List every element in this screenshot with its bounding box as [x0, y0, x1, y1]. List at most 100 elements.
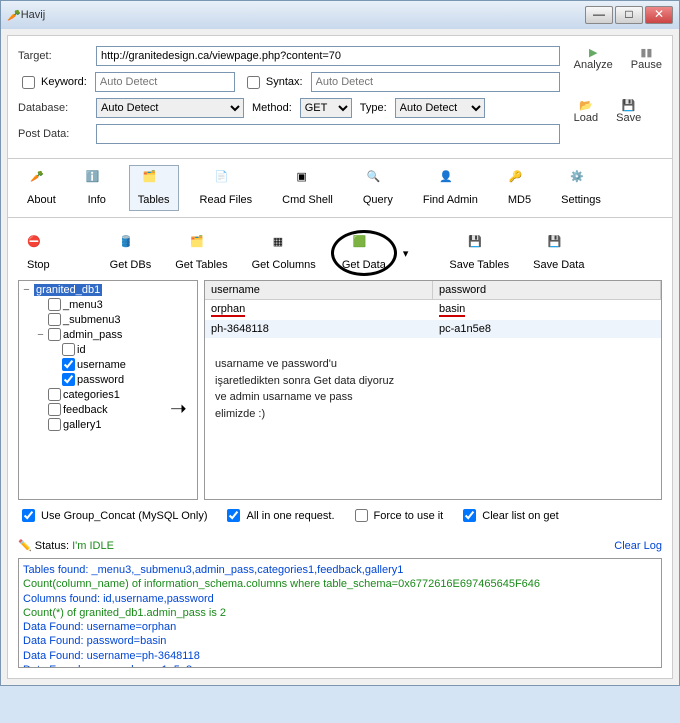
allinone-checkbox[interactable]: All in one request.: [223, 506, 334, 525]
disk-icon: 💾: [548, 235, 570, 257]
col-header[interactable]: password: [433, 281, 661, 299]
load-button[interactable]: 📂Load: [574, 99, 598, 124]
tab-cmdshell[interactable]: ▣Cmd Shell: [273, 165, 342, 211]
method-select[interactable]: GET: [300, 98, 352, 118]
dropdown-icon[interactable]: ▾: [403, 247, 409, 260]
key-icon: 🔑: [508, 170, 530, 192]
status-value: I'm IDLE: [72, 540, 114, 552]
tab-query[interactable]: 🔍Query: [354, 165, 402, 211]
log-line: Data Found: password=basin: [23, 634, 657, 648]
tab-tables[interactable]: 🗂️Tables: [129, 165, 179, 211]
analyze-button[interactable]: ▶Analyze: [574, 46, 613, 71]
tree-node[interactable]: categories1: [21, 387, 195, 402]
force-checkbox[interactable]: Force to use it: [351, 506, 444, 525]
folder-icon: 📂: [579, 99, 593, 112]
getdata-button[interactable]: 🟩Get Data: [331, 230, 397, 276]
clearlist-checkbox[interactable]: Clear list on get: [459, 506, 558, 525]
content-area: Target: Keyword: Syntax: Database: Auto …: [7, 35, 673, 679]
database-label: Database:: [18, 102, 88, 114]
db-icon: 🛢️: [119, 235, 141, 257]
log-line: Data Found: password=pc-a1n5e8: [23, 663, 657, 668]
data-table: username password orphan basin ph-364811…: [204, 280, 662, 500]
pencil-icon: ✏️: [18, 539, 32, 552]
syntax-checkbox[interactable]: Syntax:: [243, 73, 303, 92]
gear-icon: ⚙️: [570, 170, 592, 192]
log-line: Data Found: username=orphan: [23, 620, 657, 634]
log-line: Columns found: id,username,password: [23, 592, 657, 606]
cell: ph-3648118: [205, 320, 433, 338]
play-icon: ▶: [589, 46, 597, 59]
titlebar: 🥕 Havij — □ ✕: [1, 1, 679, 29]
type-select[interactable]: Auto Detect: [395, 98, 485, 118]
log-line: Tables found: _menu3,_submenu3,admin_pas…: [23, 563, 657, 577]
close-button[interactable]: ✕: [645, 6, 673, 24]
stop-button[interactable]: ⛔Stop: [18, 232, 59, 274]
log-line: Count(column_name) of information_schema…: [23, 577, 657, 591]
tables-icon: 🗂️: [143, 170, 165, 192]
maximize-button[interactable]: □: [615, 6, 643, 24]
tables-icon: 🗂️: [190, 235, 212, 257]
tree-node[interactable]: _menu3: [21, 297, 195, 312]
savedata-button[interactable]: 💾Save Data: [524, 232, 593, 274]
arrow-icon: ➝: [170, 396, 187, 421]
admin-icon: 👤: [439, 170, 461, 192]
log-line: Data Found: username=ph-3648118: [23, 649, 657, 663]
type-label: Type:: [360, 102, 387, 114]
target-input[interactable]: [96, 46, 560, 66]
pause-icon: ▮▮: [640, 46, 652, 59]
postdata-label: Post Data:: [18, 128, 88, 140]
data-icon: 🟩: [353, 235, 375, 257]
getdbs-button[interactable]: 🛢️Get DBs: [101, 232, 161, 274]
tree-node[interactable]: −admin_pass: [21, 327, 195, 342]
cell: pc-a1n5e8: [433, 320, 661, 338]
info-icon: ℹ️: [86, 170, 108, 192]
groupconcat-checkbox[interactable]: Use Group_Concat (MySQL Only): [18, 506, 207, 525]
postdata-input[interactable]: [96, 124, 560, 144]
syntax-input[interactable]: [311, 72, 560, 92]
gettables-button[interactable]: 🗂️Get Tables: [166, 232, 236, 274]
carrot-icon: 🥕: [30, 170, 52, 192]
app-window: 🥕 Havij — □ ✕ Target: Keyword: Syntax:: [0, 0, 680, 686]
tree-db-node[interactable]: −granited_db1: [21, 283, 195, 297]
tree-node[interactable]: id: [21, 342, 195, 357]
tab-info[interactable]: ℹ️Info: [77, 165, 117, 211]
sub-toolbar: ⛔Stop 🛢️Get DBs 🗂️Get Tables ▦Get Column…: [18, 226, 662, 280]
keyword-checkbox[interactable]: Keyword:: [18, 73, 87, 92]
save-button[interactable]: 💾Save: [616, 99, 641, 124]
getcolumns-button[interactable]: ▦Get Columns: [243, 232, 325, 274]
tree-node[interactable]: gallery1: [21, 417, 195, 432]
tab-about[interactable]: 🥕About: [18, 165, 65, 211]
columns-icon: ▦: [273, 235, 295, 257]
carrot-icon: 🥕: [7, 9, 21, 22]
cell: orphan: [205, 300, 433, 320]
target-label: Target:: [18, 50, 88, 62]
col-header[interactable]: username: [205, 281, 433, 299]
shell-icon: ▣: [297, 170, 319, 192]
query-icon: 🔍: [367, 170, 389, 192]
tab-readfiles[interactable]: 📄Read Files: [191, 165, 262, 211]
tree-node[interactable]: password: [21, 372, 195, 387]
tree-node[interactable]: username: [21, 357, 195, 372]
status-label: Status:: [35, 540, 69, 552]
cell: basin: [433, 300, 661, 320]
savetables-button[interactable]: 💾Save Tables: [440, 232, 518, 274]
keyword-input[interactable]: [95, 72, 235, 92]
method-label: Method:: [252, 102, 292, 114]
clearlog-link[interactable]: Clear Log: [614, 540, 662, 552]
tab-settings[interactable]: ⚙️Settings: [552, 165, 610, 211]
log-panel[interactable]: Tables found: _menu3,_submenu3,admin_pas…: [18, 558, 662, 668]
file-icon: 📄: [215, 170, 237, 192]
pause-button[interactable]: ▮▮Pause: [631, 46, 662, 71]
database-select[interactable]: Auto Detect: [96, 98, 244, 118]
tab-md5[interactable]: 🔑MD5: [499, 165, 540, 211]
main-toolbar: 🥕About ℹ️Info 🗂️Tables 📄Read Files ▣Cmd …: [8, 158, 672, 218]
disk-icon: 💾: [468, 235, 490, 257]
stop-icon: ⛔: [27, 235, 49, 257]
tree-node[interactable]: feedback: [21, 402, 195, 417]
window-title: Havij: [21, 9, 585, 21]
tab-findadmin[interactable]: 👤Find Admin: [414, 165, 487, 211]
minimize-button[interactable]: —: [585, 6, 613, 24]
db-tree[interactable]: −granited_db1 _menu3 _submenu3−admin_pas…: [18, 280, 198, 500]
tree-node[interactable]: _submenu3: [21, 312, 195, 327]
log-line: Count(*) of granited_db1.admin_pass is 2: [23, 606, 657, 620]
